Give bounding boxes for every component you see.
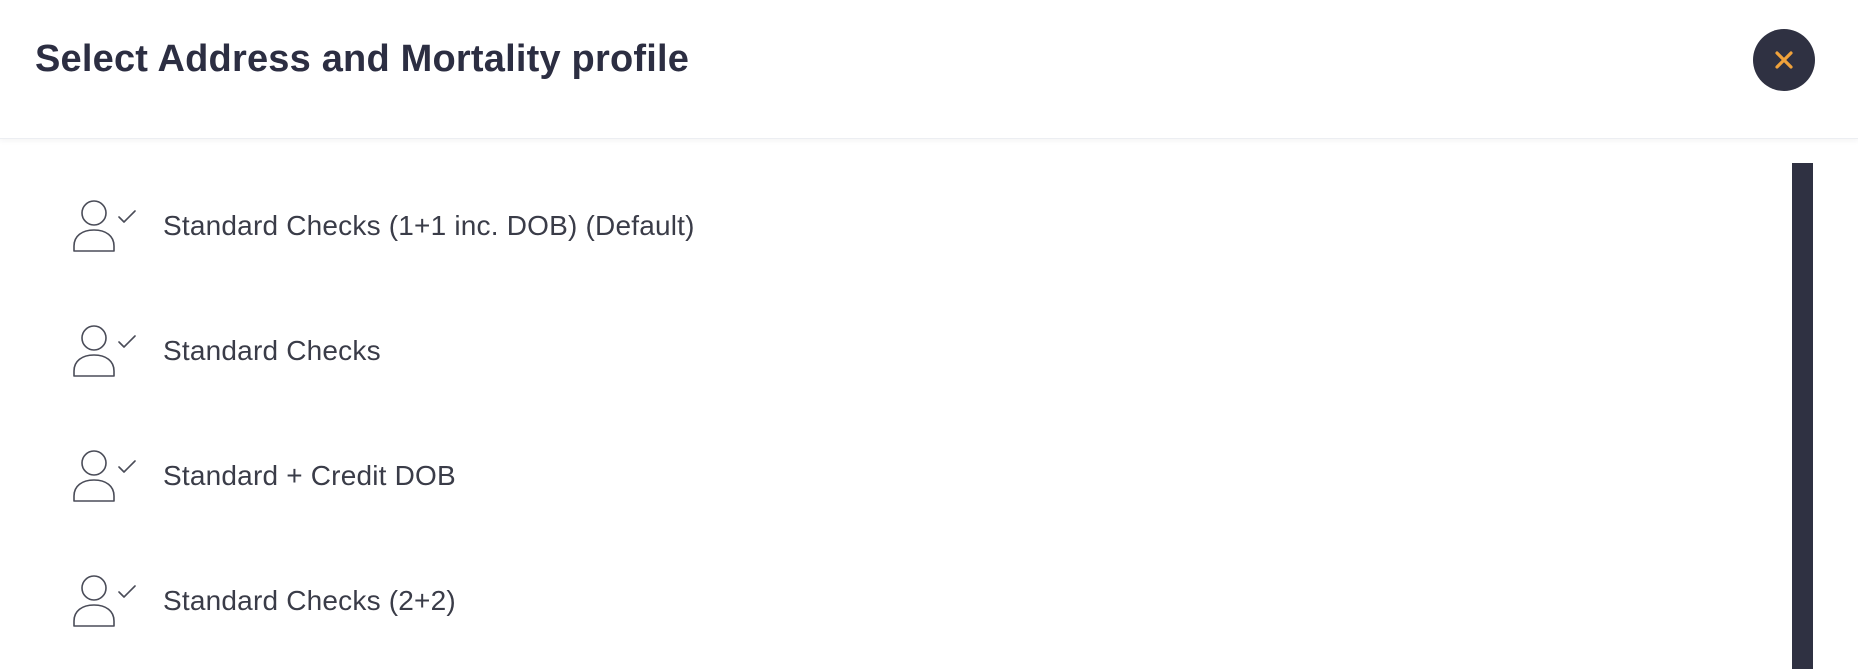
- profile-label: Standard + Credit DOB: [163, 460, 456, 491]
- user-check-icon: [72, 198, 138, 254]
- scrollbar-thumb[interactable]: [1792, 163, 1813, 669]
- modal-header: Select Address and Mortality profile: [0, 0, 1858, 139]
- scrollbar-track[interactable]: [1792, 163, 1813, 669]
- profile-label: Standard Checks (1+1 inc. DOB) (Default): [163, 210, 695, 241]
- modal-body: Standard Checks (1+1 inc. DOB) (Default)…: [0, 139, 1858, 669]
- user-check-icon: [72, 448, 138, 504]
- profile-item[interactable]: Standard Checks (1+1 inc. DOB) (Default): [72, 191, 695, 261]
- profile-item[interactable]: Standard Checks: [72, 316, 381, 386]
- profile-item[interactable]: Standard + Credit DOB: [72, 441, 456, 511]
- close-button[interactable]: [1753, 29, 1815, 91]
- profile-select-modal: Select Address and Mortality profile Sta…: [0, 0, 1858, 669]
- modal-title: Select Address and Mortality profile: [35, 38, 690, 80]
- profile-label: Standard Checks: [163, 335, 381, 366]
- close-icon: [1775, 51, 1793, 69]
- user-check-icon: [72, 573, 138, 629]
- profile-item[interactable]: Standard Checks (2+2): [72, 566, 456, 636]
- profile-label: Standard Checks (2+2): [163, 585, 456, 616]
- user-check-icon: [72, 323, 138, 379]
